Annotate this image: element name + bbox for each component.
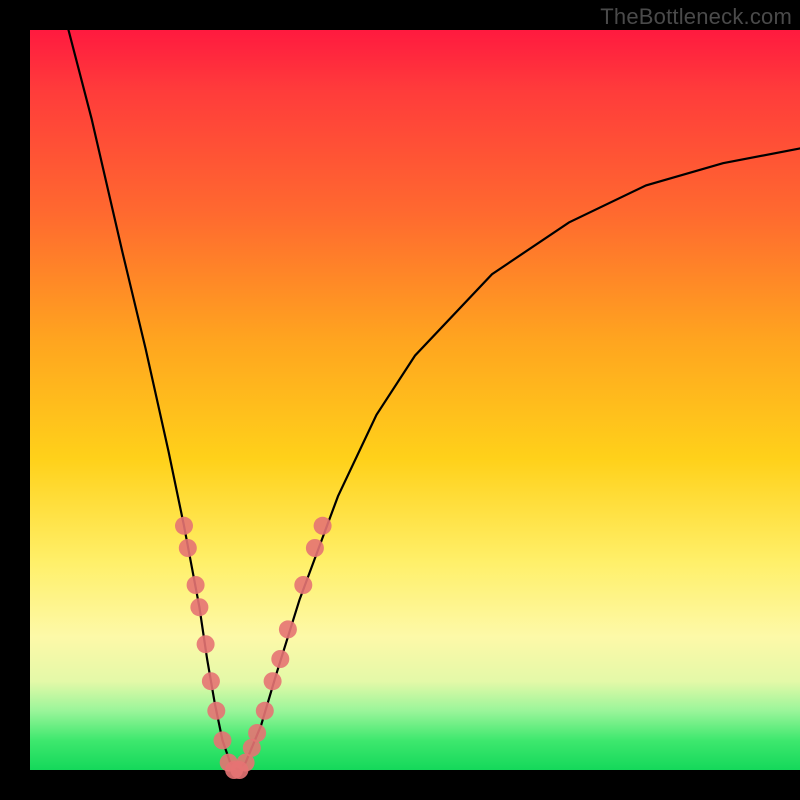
- data-point-dot: [202, 672, 220, 690]
- data-point-dot: [279, 620, 297, 638]
- data-point-dot: [248, 724, 266, 742]
- data-point-dot: [187, 576, 205, 594]
- data-point-dot: [214, 731, 232, 749]
- data-point-dot: [207, 702, 225, 720]
- chart-frame: TheBottleneck.com: [0, 0, 800, 800]
- data-point-dot: [256, 702, 274, 720]
- data-point-dot: [175, 517, 193, 535]
- data-point-dot: [190, 598, 208, 616]
- data-point-dot: [271, 650, 289, 668]
- data-point-dot: [306, 539, 324, 557]
- data-point-dot: [314, 517, 332, 535]
- data-point-dot: [264, 672, 282, 690]
- curve-layer: [69, 30, 800, 770]
- dots-layer: [175, 517, 332, 779]
- bottleneck-curve-path: [69, 30, 800, 770]
- curve-svg: [30, 30, 800, 770]
- data-point-dot: [197, 635, 215, 653]
- data-point-dot: [294, 576, 312, 594]
- plot-area: [30, 30, 800, 770]
- watermark-text: TheBottleneck.com: [600, 4, 792, 30]
- data-point-dot: [179, 539, 197, 557]
